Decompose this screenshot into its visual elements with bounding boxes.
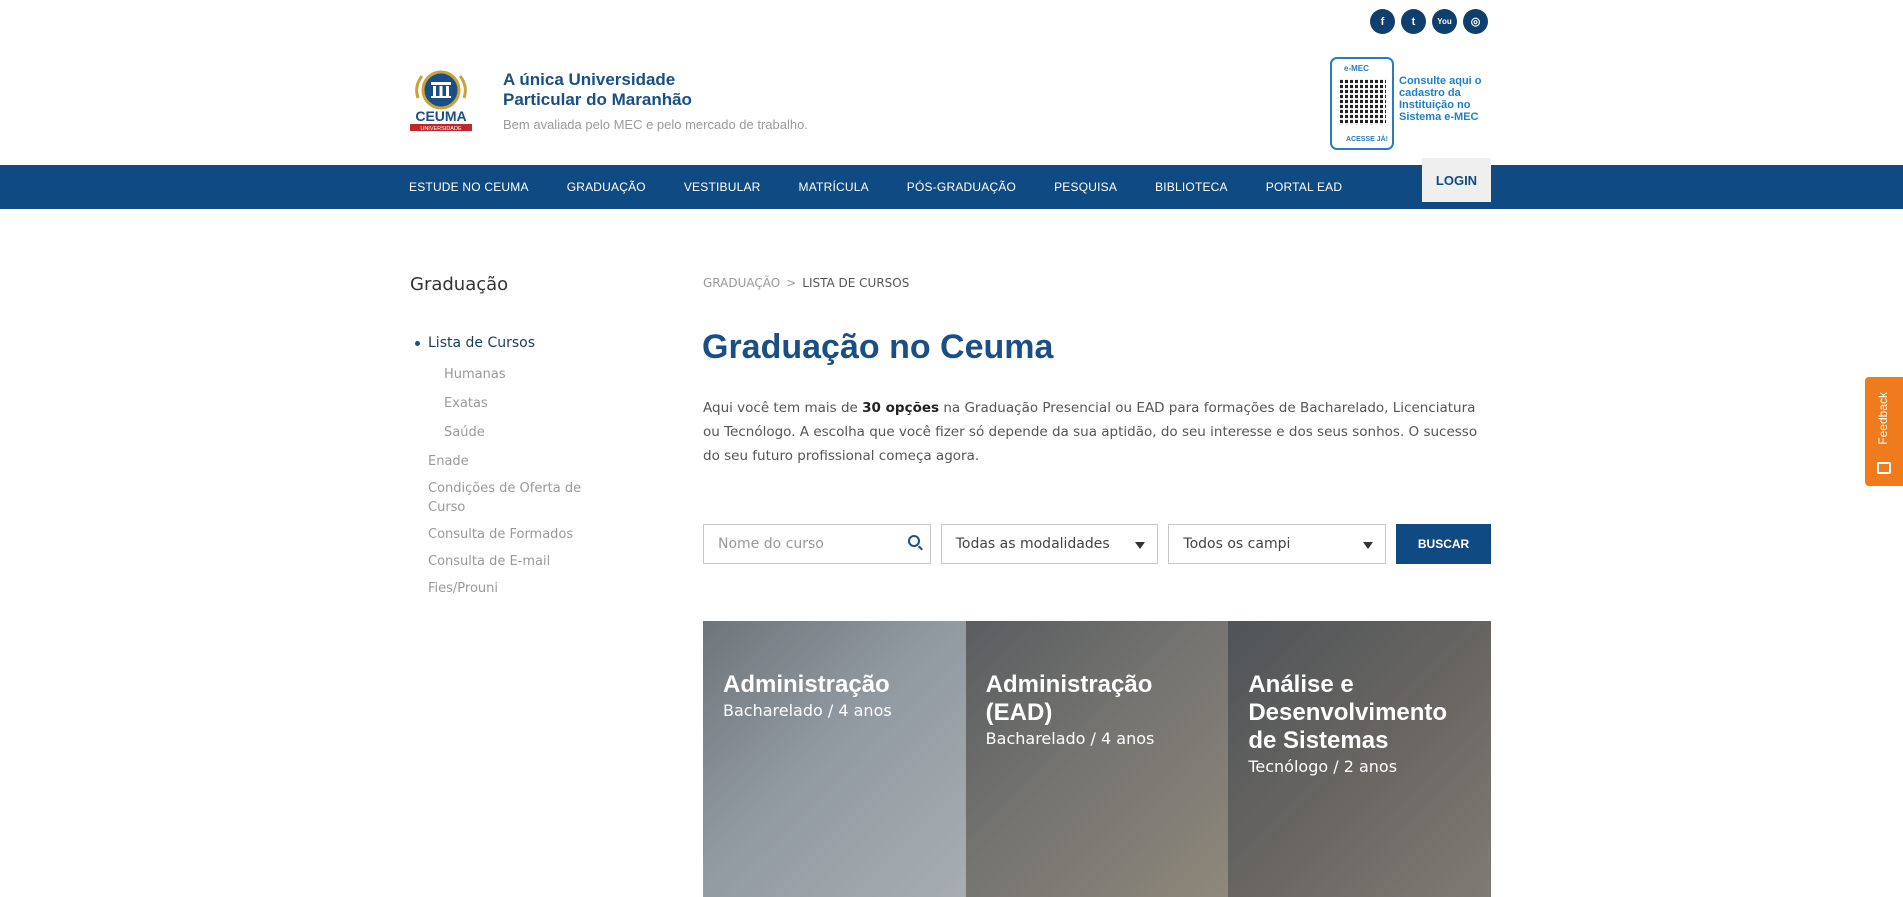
course-card[interactable]: Análise e Desenvolvimento de Sistemas Te…: [1228, 621, 1492, 897]
emec-text: Consulte aqui o cadastro da Instituição …: [1399, 75, 1482, 123]
breadcrumb-current: LISTA DE CURSOS: [802, 276, 910, 290]
nav-graduacao[interactable]: GRADUAÇÃO: [567, 180, 646, 194]
emec-acesse: ACESSE JÁ!: [1346, 136, 1389, 143]
search-icon[interactable]: [907, 535, 920, 547]
modalidade-value: Todas as modalidades: [955, 536, 1110, 552]
tagline: A única Universidade Particular do Maran…: [503, 70, 808, 132]
campi-select[interactable]: Todos os campi: [1168, 524, 1387, 564]
nav-biblioteca[interactable]: BIBLIOTECA: [1155, 180, 1228, 194]
facebook-icon[interactable]: f: [1370, 9, 1395, 34]
modalidade-select[interactable]: Todas as modalidades: [940, 524, 1159, 564]
course-cards: Administração Bacharelado / 4 anos Admin…: [703, 621, 1492, 897]
emec-badge[interactable]: e-MEC ACESSE JÁ! Consulte aqui o cadastr…: [1330, 57, 1490, 150]
course-card[interactable]: Administração (EAD) Bacharelado / 4 anos: [965, 621, 1229, 897]
ceuma-logo[interactable]: CEUMA UNIVERSIDADE: [408, 68, 474, 132]
sidebar-item-condicoes[interactable]: Condições de Oferta de Curso: [414, 479, 584, 517]
course-subtitle: Bacharelado / 4 anos: [723, 701, 892, 720]
sidebar-item-exatas[interactable]: Exatas: [414, 394, 614, 413]
sidebar-item-enade[interactable]: Enade: [414, 452, 614, 471]
svg-text:CEUMA: CEUMA: [415, 108, 466, 124]
nav-pesquisa[interactable]: PESQUISA: [1054, 180, 1117, 194]
sidebar-item-fies[interactable]: Fies/Prouni: [414, 579, 614, 598]
intro-text: Aqui você tem mais de 30 opções na Gradu…: [703, 396, 1493, 468]
course-title: Administração (EAD): [985, 671, 1153, 726]
course-title: Administração: [723, 671, 890, 698]
instagram-icon[interactable]: ◎: [1463, 9, 1488, 34]
course-name-input[interactable]: Nome do curso: [703, 524, 931, 564]
course-subtitle: Tecnólogo / 2 anos: [1248, 757, 1398, 776]
sidebar-item-formados[interactable]: Consulta de Formados: [414, 525, 614, 544]
emec-card: e-MEC ACESSE JÁ!: [1330, 57, 1394, 150]
nav-estude[interactable]: ESTUDE NO CEUMA: [409, 180, 529, 194]
youtube-icon[interactable]: You: [1432, 9, 1457, 34]
feedback-label: Feedback: [1876, 392, 1890, 445]
tagline-line2: Particular do Maranhão: [503, 90, 692, 109]
breadcrumb-separator: >: [786, 276, 797, 290]
main-nav: ESTUDE NO CEUMA GRADUAÇÃO VESTIBULAR MAT…: [0, 165, 1903, 209]
course-title: Análise e Desenvolvimento de Sistemas: [1248, 671, 1448, 754]
sidebar-item-humanas[interactable]: Humanas: [414, 365, 614, 384]
social-links: f t You ◎: [1370, 9, 1488, 34]
campi-value: Todos os campi: [1183, 536, 1291, 552]
sidebar-item-lista-cursos[interactable]: Lista de Cursos: [414, 334, 614, 353]
sidebar-title: Graduação: [410, 274, 509, 295]
twitter-icon[interactable]: t: [1401, 9, 1426, 34]
tagline-subtitle: Bem avaliada pelo MEC e pelo mercado de …: [503, 117, 808, 132]
search-button[interactable]: BUSCAR: [1396, 524, 1491, 564]
svg-text:UNIVERSIDADE: UNIVERSIDADE: [420, 126, 462, 132]
sidebar-item-saude[interactable]: Saúde: [414, 423, 614, 442]
breadcrumb-parent[interactable]: GRADUAÇÃO: [703, 276, 780, 290]
intro-highlight: 30 opções: [862, 400, 940, 416]
nav-matricula[interactable]: MATRÍCULA: [799, 180, 869, 194]
tagline-line1: A única Universidade: [503, 70, 676, 89]
nav-portal-ead[interactable]: PORTAL EAD: [1266, 180, 1342, 194]
feedback-tab[interactable]: Feedback: [1865, 377, 1903, 486]
sidebar-item-email[interactable]: Consulta de E-mail: [414, 552, 614, 571]
nav-pos-graduacao[interactable]: PÓS-GRADUAÇÃO: [907, 180, 1016, 194]
course-card[interactable]: Administração Bacharelado / 4 anos: [703, 621, 966, 897]
chevron-down-icon: [1363, 542, 1374, 549]
qr-code-icon: [1340, 79, 1386, 125]
emec-logo: e-MEC: [1344, 64, 1369, 73]
intro-part-a: Aqui você tem mais de: [703, 400, 863, 416]
sidebar-menu: Lista de Cursos Humanas Exatas Saúde Ena…: [414, 334, 614, 606]
course-search: Nome do curso Todas as modalidades Todos…: [703, 524, 1491, 564]
chat-icon: [1877, 462, 1891, 474]
page-title: Graduação no Ceuma: [702, 328, 1054, 366]
course-name-placeholder: Nome do curso: [718, 536, 824, 552]
nav-vestibular[interactable]: VESTIBULAR: [684, 180, 761, 194]
chevron-down-icon: [1135, 542, 1146, 549]
course-subtitle: Bacharelado / 4 anos: [985, 729, 1155, 748]
login-button[interactable]: LOGIN: [1422, 158, 1491, 202]
breadcrumb: GRADUAÇÃO > LISTA DE CURSOS: [703, 276, 909, 290]
